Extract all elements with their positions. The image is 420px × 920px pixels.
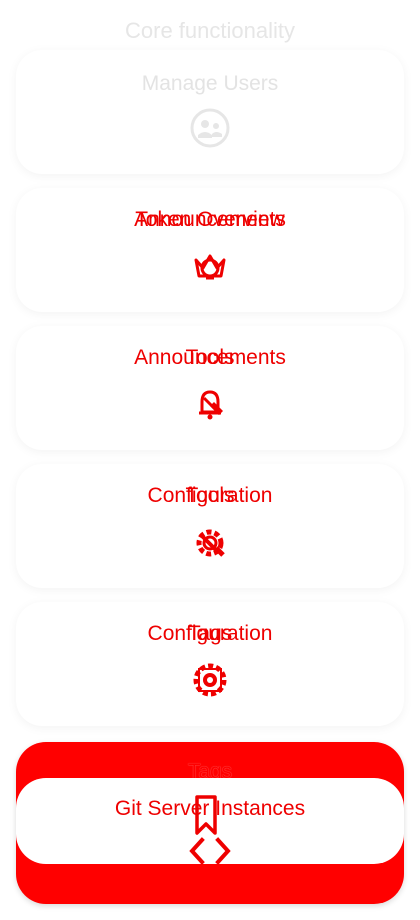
manage-users-card[interactable]: Manage Users [16, 50, 404, 174]
bell-icon [190, 384, 230, 424]
configuration-tags-card[interactable]: Configuration Tags [16, 602, 404, 726]
code-icon [188, 836, 232, 866]
page: Core functionality Manage Users Token Ov… [0, 0, 420, 920]
crown-icon [190, 246, 230, 286]
tools-label: Tools [185, 484, 235, 507]
manage-users-label: Manage Users [141, 72, 279, 95]
card-label-stack: Announcements Tools [16, 346, 404, 376]
gear-wrench-icon [190, 522, 230, 562]
card-label-stack: Configuration Tags [16, 622, 404, 652]
bookmark-icon [193, 795, 219, 835]
tags-label: Tags [187, 622, 233, 645]
card-label-stack: Manage Users [16, 70, 404, 100]
card-label-stack: Configuration Tools [16, 484, 404, 514]
manage-users-icon [190, 108, 230, 148]
card-label-stack: Token Overview Announcements [16, 208, 404, 238]
gear-icon [190, 660, 230, 700]
announcements-card[interactable]: Announcements Tools [16, 326, 404, 450]
token-overview-card[interactable]: Token Overview Announcements [16, 188, 404, 312]
tools-label: Tools [185, 346, 235, 369]
section-title: Core functionality [125, 18, 295, 43]
announcements-label: Announcements [134, 208, 286, 231]
configuration-tools-card[interactable]: Configuration Tools [16, 464, 404, 588]
